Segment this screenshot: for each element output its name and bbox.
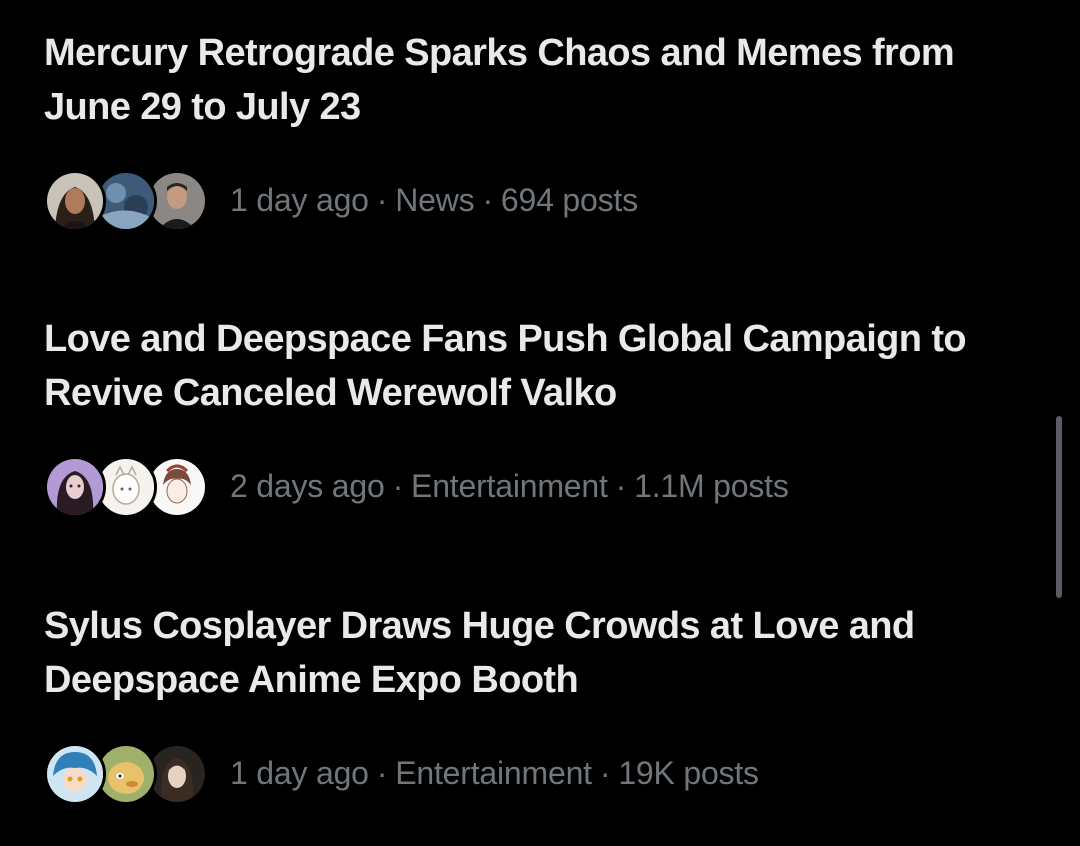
meta-separator: ·	[482, 181, 493, 218]
trending-feed: Mercury Retrograde Sparks Chaos and Meme…	[0, 0, 1080, 846]
story-title[interactable]: Sylus Cosplayer Draws Huge Crowds at Lov…	[44, 599, 1024, 707]
trend-story[interactable]: Sylus Cosplayer Draws Huge Crowds at Lov…	[44, 599, 1034, 805]
story-category: Entertainment	[395, 754, 592, 791]
story-meta: 1 day ago · News · 694 posts	[44, 168, 1034, 232]
avatar	[44, 743, 106, 805]
trend-story[interactable]: Love and Deepspace Fans Push Global Camp…	[44, 312, 1034, 518]
story-time: 1 day ago	[230, 181, 369, 218]
meta-separator: ·	[376, 181, 388, 218]
meta-separator: ·	[392, 467, 404, 504]
meta-separator: ·	[599, 754, 611, 791]
avatar	[44, 456, 106, 518]
story-post-count: 19K posts	[618, 754, 759, 791]
trend-story[interactable]: Mercury Retrograde Sparks Chaos and Meme…	[44, 26, 1034, 232]
story-meta: 2 days ago · Entertainment · 1.1M posts	[44, 454, 1034, 518]
scrollbar[interactable]	[1056, 416, 1062, 598]
story-meta-text: 1 day ago · Entertainment · 19K posts	[230, 755, 759, 792]
story-meta-text: 2 days ago · Entertainment · 1.1M posts	[230, 468, 789, 505]
story-time: 1 day ago	[230, 754, 369, 791]
story-time: 2 days ago	[230, 467, 385, 504]
story-category: Entertainment	[411, 467, 608, 504]
meta-separator: ·	[615, 467, 627, 504]
story-post-count: 1.1M posts	[634, 467, 789, 504]
avatar-stack	[44, 741, 208, 805]
avatar-stack	[44, 454, 208, 518]
avatar-stack	[44, 168, 208, 232]
story-meta-text: 1 day ago · News · 694 posts	[230, 182, 638, 219]
story-category: News	[395, 181, 475, 218]
meta-separator: ·	[376, 754, 388, 791]
story-title[interactable]: Mercury Retrograde Sparks Chaos and Meme…	[44, 26, 1024, 134]
story-title[interactable]: Love and Deepspace Fans Push Global Camp…	[44, 312, 1024, 420]
story-post-count: 694 posts	[500, 181, 638, 218]
avatar	[44, 170, 106, 232]
story-meta: 1 day ago · Entertainment · 19K posts	[44, 741, 1034, 805]
